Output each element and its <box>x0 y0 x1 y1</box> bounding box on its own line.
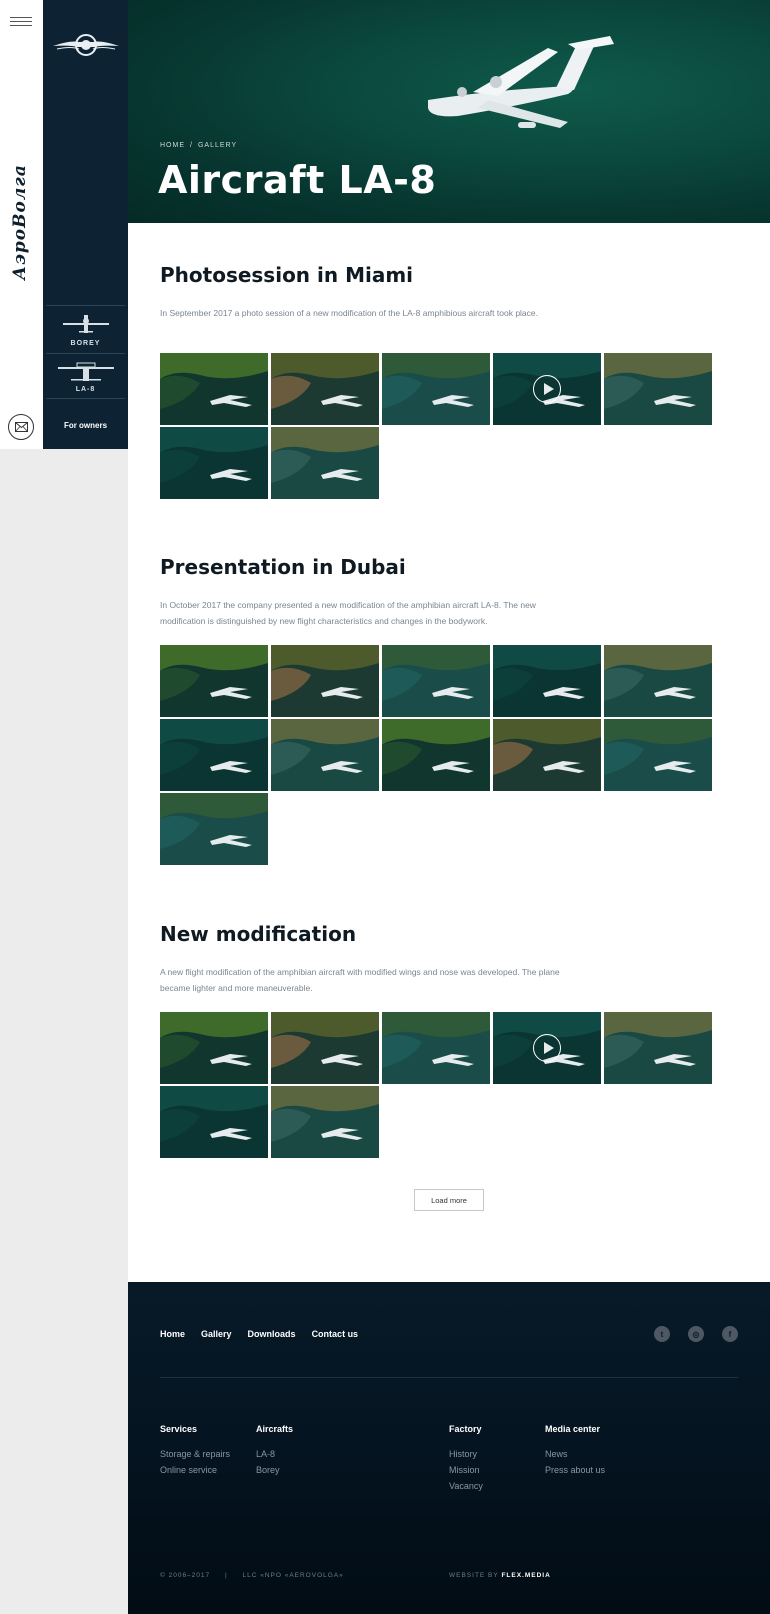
play-icon[interactable] <box>533 375 561 403</box>
photo-thumbnail[interactable] <box>604 353 712 425</box>
footer-nav-contact[interactable]: Contact us <box>312 1329 359 1339</box>
envelope-icon <box>14 422 28 432</box>
photo-thumbnail[interactable] <box>382 645 490 717</box>
sidebar-divider <box>46 398 125 399</box>
video-thumbnail[interactable] <box>493 1012 601 1084</box>
photo-thumbnail[interactable] <box>493 719 601 791</box>
footer-link[interactable]: Vacancy <box>449 1478 483 1494</box>
footer-link[interactable]: Press about us <box>545 1462 605 1478</box>
section-description: In October 2017 the company presented a … <box>160 600 536 626</box>
photo-thumbnail[interactable] <box>271 353 379 425</box>
gallery-section: New modification A new flight modificati… <box>160 922 720 1162</box>
section-title: New modification <box>160 922 357 946</box>
menu-icon[interactable] <box>10 17 32 27</box>
photo-thumbnail[interactable] <box>271 1086 379 1158</box>
footer-column-aircrafts: Aircrafts LA-8 Borey <box>256 1424 293 1478</box>
footer-divider <box>160 1377 738 1378</box>
amphibian-aircraft-photo <box>428 36 614 128</box>
website-by-label: WEBSITE BY <box>449 1572 499 1579</box>
breadcrumb-home[interactable]: HOME <box>160 142 185 149</box>
footer-nav-gallery[interactable]: Gallery <box>201 1329 232 1339</box>
footer-column-title: Aircrafts <box>256 1424 294 1434</box>
photo-thumbnail[interactable] <box>160 427 268 499</box>
footer-link[interactable]: Online service <box>160 1462 230 1478</box>
photo-thumbnail[interactable] <box>493 645 601 717</box>
social-links: t ◎ f <box>654 1326 738 1342</box>
brand-logo[interactable]: АэроВолга <box>10 162 34 282</box>
photo-thumbnail[interactable] <box>604 719 712 791</box>
photo-thumbnail[interactable] <box>160 353 268 425</box>
photo-thumbnail[interactable] <box>382 1012 490 1084</box>
page-title: Aircraft LA-8 <box>158 158 437 202</box>
company-name: LLC «NPO «AEROVOLGA» <box>242 1572 344 1579</box>
footer-column-title: Factory <box>449 1424 482 1434</box>
gallery-section: Presentation in Dubai In October 2017 th… <box>160 555 720 875</box>
section-description: In September 2017 a photo session of a n… <box>160 308 539 318</box>
footer-nav-home[interactable]: Home <box>160 1329 185 1339</box>
photo-thumbnail[interactable] <box>271 645 379 717</box>
agency-name: FLEX.MEDIA <box>501 1572 551 1579</box>
footer-link[interactable]: Storage & repairs <box>160 1446 230 1462</box>
aircraft-sidebar: BOREY LA-8 For owners <box>43 0 128 449</box>
photo-thumbnail[interactable] <box>271 427 379 499</box>
footer-link[interactable]: News <box>545 1446 605 1462</box>
footer-link[interactable]: Borey <box>256 1462 293 1478</box>
load-more-button[interactable]: Load more <box>414 1189 484 1211</box>
copyright-years: © 2006–2017 <box>160 1572 211 1579</box>
section-description: A new flight modification of the amphibi… <box>160 967 560 993</box>
footer-column-factory: Factory History Mission Vacancy <box>449 1424 483 1494</box>
photo-thumbnail[interactable] <box>160 1086 268 1158</box>
footer-link[interactable]: Mission <box>449 1462 483 1478</box>
left-strip: АэроВолга <box>0 0 43 449</box>
footer-link[interactable]: LA-8 <box>256 1446 293 1462</box>
section-title: Photosession in Miami <box>160 263 414 287</box>
photo-thumbnail[interactable] <box>271 719 379 791</box>
photo-thumbnail[interactable] <box>271 1012 379 1084</box>
photo-thumbnail[interactable] <box>160 793 268 865</box>
section-title: Presentation in Dubai <box>160 555 406 579</box>
photo-thumbnail[interactable] <box>160 719 268 791</box>
twitter-icon[interactable]: t <box>654 1326 670 1342</box>
breadcrumb-gallery[interactable]: GALLERY <box>198 142 237 149</box>
mail-button[interactable] <box>8 414 34 440</box>
copyright: © 2006–2017 | LLC «NPO «AEROVOLGA» <box>160 1572 344 1579</box>
photo-thumbnail[interactable] <box>604 1012 712 1084</box>
borey-plane-icon <box>62 315 109 333</box>
photo-thumbnail[interactable] <box>604 645 712 717</box>
video-thumbnail[interactable] <box>493 353 601 425</box>
footer-column-media: Media center News Press about us <box>545 1424 605 1478</box>
footer-link[interactable]: History <box>449 1446 483 1462</box>
footer-column-title: Media center <box>545 1424 601 1434</box>
la8-plane-icon <box>57 362 114 381</box>
photo-thumbnail[interactable] <box>382 353 490 425</box>
copyright-divider: | <box>224 1572 228 1579</box>
sidebar-item-label: LA-8 <box>75 386 96 393</box>
photo-thumbnail[interactable] <box>382 719 490 791</box>
breadcrumb-separator: / <box>190 142 193 149</box>
sidebar-item-borey[interactable]: BOREY <box>46 305 125 353</box>
facebook-icon[interactable]: f <box>722 1326 738 1342</box>
winged-emblem-icon[interactable] <box>51 30 121 60</box>
footer-nav-downloads[interactable]: Downloads <box>248 1329 296 1339</box>
breadcrumb: HOME / GALLERY <box>160 142 237 149</box>
for-owners-link[interactable]: For owners <box>43 421 128 430</box>
website-credit[interactable]: WEBSITE BY FLEX.MEDIA <box>449 1572 551 1579</box>
photo-thumbnail[interactable] <box>160 1012 268 1084</box>
footer-column-title: Services <box>160 1424 198 1434</box>
footer-column-services: Services Storage & repairs Online servic… <box>160 1424 230 1478</box>
page: АэроВолга BOREY LA-8 For owners HOME / G… <box>0 0 770 1614</box>
gallery-section: Photosession in Miami In September 2017 … <box>160 263 720 503</box>
sidebar-item-la8[interactable]: LA-8 <box>46 353 125 398</box>
footer: Home Gallery Downloads Contact us t ◎ f … <box>128 1282 770 1614</box>
instagram-icon[interactable]: ◎ <box>688 1326 704 1342</box>
play-icon[interactable] <box>533 1034 561 1062</box>
gallery-content: Photosession in Miami In September 2017 … <box>128 223 770 1282</box>
sidebar-item-label: BOREY <box>70 340 101 347</box>
footer-nav: Home Gallery Downloads Contact us <box>160 1329 358 1339</box>
photo-thumbnail[interactable] <box>160 645 268 717</box>
hero-banner: HOME / GALLERY Aircraft LA-8 <box>128 0 770 223</box>
